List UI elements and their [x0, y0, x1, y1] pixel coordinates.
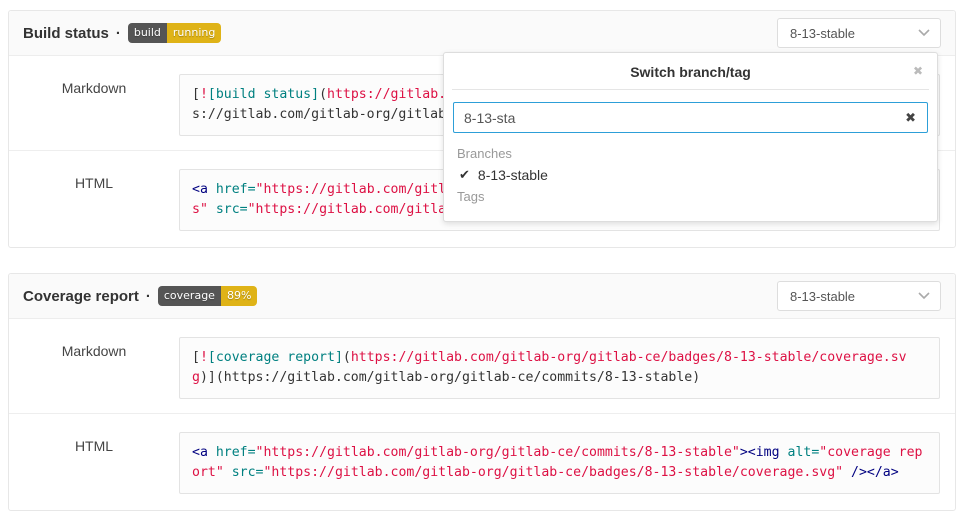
title-separator: ·	[146, 288, 151, 305]
branch-selector-label: 8-13-stable	[790, 26, 855, 41]
panel-title: Build status	[23, 25, 109, 42]
badge-value: running	[167, 23, 221, 43]
badge-label: coverage	[158, 286, 221, 306]
project-badges-page: Build status · build running 8-13-stable…	[0, 0, 964, 523]
branch-selector-button[interactable]: 8-13-stable	[777, 281, 941, 311]
build-status-header: Build status · build running 8-13-stable	[9, 11, 955, 56]
chevron-down-icon	[918, 29, 930, 37]
branch-item-label: 8-13-stable	[478, 167, 548, 183]
branch-search-input[interactable]	[453, 102, 928, 133]
coverage-report-title-group: Coverage report · coverage 89%	[23, 286, 257, 306]
branch-tag-list: Branches ✔ 8-13-stable Tags	[444, 141, 937, 221]
panel-title: Coverage report	[23, 288, 139, 305]
branch-selector-label: 8-13-stable	[790, 289, 855, 304]
popup-title: Switch branch/tag	[630, 64, 751, 80]
close-icon[interactable]: ✖	[913, 64, 923, 78]
branch-selector-button[interactable]: 8-13-stable	[777, 18, 941, 48]
row-label: Markdown	[9, 56, 179, 150]
coverage-report-header: Coverage report · coverage 89% 8-13-stab…	[9, 274, 955, 319]
clear-search-icon[interactable]: ✖	[905, 110, 916, 126]
branch-item-8-13-stable[interactable]: ✔ 8-13-stable	[444, 164, 937, 186]
build-status-badge: build running	[128, 23, 222, 43]
markdown-row: Markdown [![coverage report](https://git…	[9, 319, 955, 414]
chevron-down-icon	[918, 292, 930, 300]
row-label: HTML	[9, 414, 179, 510]
popup-header: Switch branch/tag ✖	[452, 53, 929, 90]
coverage-report-panel: Coverage report · coverage 89% 8-13-stab…	[8, 273, 956, 511]
tags-section-header: Tags	[444, 186, 937, 207]
badge-label: build	[128, 23, 167, 43]
branch-search: ✖	[444, 90, 937, 141]
branches-section-header: Branches	[444, 143, 937, 164]
row-label: HTML	[9, 151, 179, 247]
markdown-code-block: [![coverage report](https://gitlab.com/g…	[179, 337, 940, 399]
html-row: HTML <a href="https://gitlab.com/gitlab-…	[9, 414, 955, 510]
badge-value: 89%	[221, 286, 257, 306]
html-code-block: <a href="https://gitlab.com/gitlab-org/g…	[179, 432, 940, 494]
coverage-badge: coverage 89%	[158, 286, 258, 306]
check-icon: ✔	[459, 167, 470, 183]
build-status-title-group: Build status · build running	[23, 23, 221, 43]
row-label: Markdown	[9, 319, 179, 413]
switch-branch-popup: Switch branch/tag ✖ ✖ Branches ✔ 8-13-st…	[443, 52, 938, 222]
title-separator: ·	[116, 25, 121, 42]
